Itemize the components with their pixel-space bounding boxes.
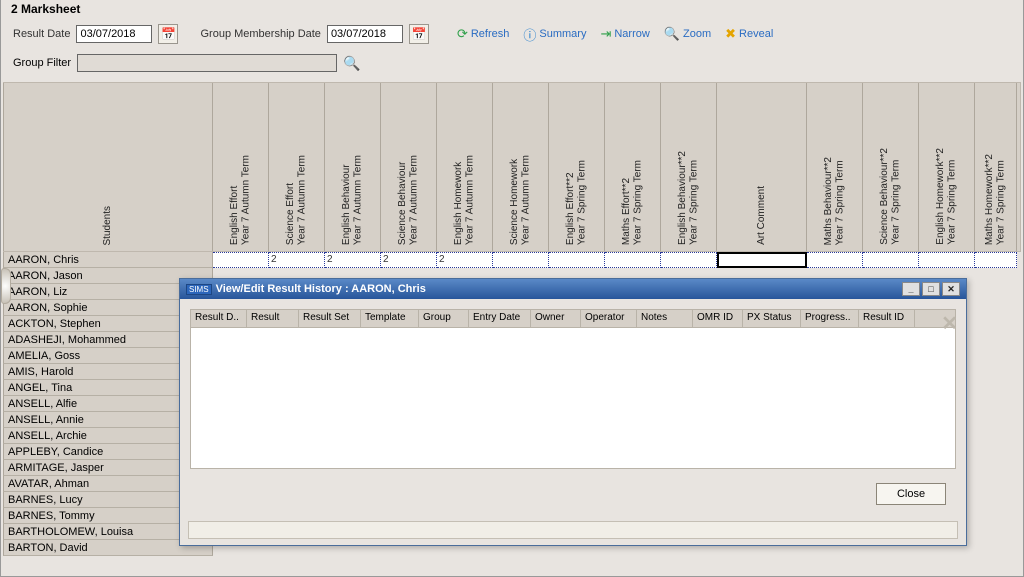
dialog-titlebar[interactable]: SIMS View/Edit Result History : AARON, C… [180,279,966,299]
group-filter-row: Group Filter 🔍 [1,50,1023,82]
info-icon: ⓘ [523,25,536,44]
history-column-header[interactable]: Result ID [859,310,915,327]
summary-link[interactable]: ⓘSummary [523,25,586,44]
data-cell[interactable] [661,252,717,268]
panel-title: 2 Marksheet [1,0,1023,18]
column-header[interactable]: Science BehaviourYear 7 Autumn Term [381,83,437,251]
history-column-header[interactable]: Owner [531,310,581,327]
result-date-calendar-icon[interactable]: 📅 [158,24,178,44]
column-header[interactable]: English BehaviourYear 7 Autumn Term [325,83,381,251]
history-column-header[interactable]: Template [361,310,419,327]
data-cell[interactable]: 2 [437,252,493,268]
search-icon[interactable]: 🔍 [343,55,360,72]
column-header[interactable]: Maths Homework**2Year 7 Spring Term [975,83,1017,251]
data-cell[interactable]: 2 [325,252,381,268]
column-header[interactable]: Science HomeworkYear 7 Autumn Term [493,83,549,251]
close-button[interactable]: Close [876,483,946,505]
data-cell[interactable] [213,252,269,268]
membership-date-input[interactable] [327,25,403,43]
column-header[interactable]: English Behaviour**2Year 7 Spring Term [661,83,717,251]
data-cell[interactable] [493,252,549,268]
narrow-icon: ⇥ [600,26,611,42]
membership-date-label: Group Membership Date [200,28,320,40]
clear-icon[interactable]: ✕ [941,311,958,336]
data-cell[interactable] [975,252,1017,268]
history-grid-body[interactable] [191,328,955,468]
data-cell[interactable]: 2 [381,252,437,268]
column-header[interactable]: English EffortYear 7 Autumn Term [213,83,269,251]
data-cell[interactable] [549,252,605,268]
column-header[interactable]: English HomeworkYear 7 Autumn Term [437,83,493,251]
reveal-icon: ✖ [725,26,736,42]
history-column-header[interactable]: Operator [581,310,637,327]
history-column-header[interactable]: Entry Date [469,310,531,327]
zoom-link[interactable]: 🔍Zoom [664,26,711,42]
app-badge: SIMS [186,284,212,295]
column-header[interactable]: English Homework**2Year 7 Spring Term [919,83,975,251]
column-header[interactable]: Maths Effort**2Year 7 Spring Term [605,83,661,251]
history-column-header[interactable]: Notes [637,310,693,327]
refresh-icon: ⟳ [457,26,468,42]
minimize-button[interactable]: _ [902,282,920,296]
column-header[interactable]: Science Behaviour**2Year 7 Spring Term [863,83,919,251]
history-column-header[interactable]: Result [247,310,299,327]
column-header[interactable]: English Effort**2Year 7 Spring Term [549,83,605,251]
history-grid[interactable]: Result D..ResultResult SetTemplateGroupE… [190,309,956,469]
refresh-link[interactable]: ⟳Refresh [457,26,509,42]
history-column-header[interactable]: Group [419,310,469,327]
narrow-link[interactable]: ⇥Narrow [600,26,649,42]
history-column-header[interactable]: OMR ID [693,310,743,327]
result-date-label: Result Date [13,28,70,40]
close-window-button[interactable]: ✕ [942,282,960,296]
student-row[interactable]: AARON, Chris [3,252,213,268]
column-header[interactable]: Art Comment [717,83,807,251]
zoom-icon: 🔍 [664,26,680,42]
group-filter-input[interactable] [77,54,337,72]
result-history-dialog: SIMS View/Edit Result History : AARON, C… [179,278,967,546]
history-column-header[interactable]: Result Set [299,310,361,327]
data-cell[interactable]: 2 [269,252,325,268]
data-cell[interactable] [863,252,919,268]
top-toolbar: Result Date 📅 Group Membership Date 📅 ⟳R… [1,18,1023,50]
history-column-header[interactable]: Progress.. [801,310,859,327]
history-column-header[interactable]: Result D.. [191,310,247,327]
membership-date-calendar-icon[interactable]: 📅 [409,24,429,44]
column-header[interactable]: Maths Behaviour**2Year 7 Spring Term [807,83,863,251]
dialog-title: View/Edit Result History : AARON, Chris [216,283,426,295]
data-cell[interactable] [605,252,661,268]
reveal-link[interactable]: ✖Reveal [725,26,773,42]
data-cell[interactable] [717,252,807,268]
data-cell[interactable] [807,252,863,268]
maximize-button[interactable]: □ [922,282,940,296]
students-column-header[interactable]: Students [3,83,213,251]
result-date-input[interactable] [76,25,152,43]
dialog-statusbar [188,521,958,539]
column-header[interactable]: Science EffortYear 7 Autumn Term [269,83,325,251]
data-cell[interactable] [919,252,975,268]
group-filter-label: Group Filter [13,57,71,69]
side-expander-handle[interactable] [1,268,11,304]
history-column-header[interactable]: PX Status [743,310,801,327]
